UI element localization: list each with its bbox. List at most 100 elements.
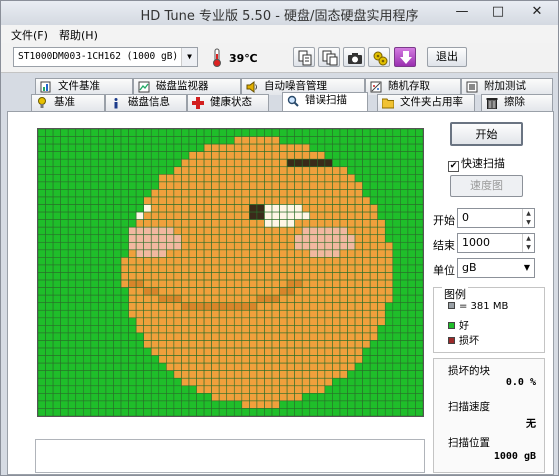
scan-block: [354, 362, 363, 371]
scan-block: [82, 400, 92, 409]
unit-select[interactable]: gB ▼: [457, 258, 535, 278]
tab-file-benchmark[interactable]: 文件基准: [35, 78, 133, 95]
scan-block: [203, 347, 212, 356]
scan-block: [415, 302, 423, 311]
end-field[interactable]: 1000 ▲ ▼: [457, 233, 535, 253]
scan-block: [354, 264, 363, 273]
start-field[interactable]: 0 ▲ ▼: [457, 208, 535, 228]
screenshot-button[interactable]: [343, 47, 365, 67]
scan-block: [113, 166, 122, 175]
scan-block: [415, 219, 423, 228]
scan-block: [339, 279, 348, 288]
spin-arrows-icon[interactable]: ▲ ▼: [522, 209, 534, 227]
scan-block: [294, 196, 303, 205]
scan-block: [226, 143, 235, 152]
scan-block: [98, 370, 107, 379]
scan-block: [45, 362, 54, 371]
scan-block: [67, 181, 77, 190]
scan-block: [264, 325, 273, 334]
tab-folder-usage[interactable]: 文件夹占用率: [377, 94, 475, 111]
scan-block: [188, 385, 197, 394]
scan-block: [415, 279, 423, 288]
scan-block: [400, 294, 409, 304]
tab-random-access[interactable]: 随机存取: [365, 78, 461, 95]
tab-benchmark[interactable]: 基准: [31, 94, 105, 111]
scan-block: [264, 129, 273, 137]
scan-block: [309, 332, 318, 341]
copy-all-button[interactable]: [318, 47, 340, 67]
scan-block: [52, 377, 61, 387]
scan-block: [211, 166, 220, 175]
scan-block: [120, 189, 129, 198]
scan-block: [415, 234, 423, 243]
scan-block: [271, 264, 280, 273]
scan-block: [249, 143, 258, 152]
scan-block: [317, 234, 326, 243]
menu-file[interactable]: 文件(F): [11, 27, 48, 43]
scan-block: [324, 174, 333, 183]
scan-block: [294, 174, 303, 183]
scan-block: [105, 196, 114, 205]
tab-disk-info[interactable]: 磁盘信息: [105, 94, 187, 111]
scan-block: [45, 226, 54, 236]
scan-block: [52, 302, 61, 311]
quick-scan-checkbox[interactable]: ✔: [448, 161, 459, 172]
scan-block: [362, 264, 371, 273]
scan-block: [256, 400, 265, 409]
copy-icon: [298, 50, 312, 66]
scan-block: [67, 287, 77, 296]
scan-block: [90, 264, 99, 273]
menu-help[interactable]: 帮助(H): [59, 27, 98, 43]
scan-block: [105, 264, 114, 273]
scan-block: [75, 325, 84, 334]
scan-block: [377, 158, 386, 168]
tab-disk-monitor[interactable]: 磁盘监视器: [133, 78, 241, 95]
scan-block: [324, 136, 333, 145]
drive-select[interactable]: ST1000DM003-1CH162 (1000 gB) ▼: [13, 47, 198, 67]
speed-map-button[interactable]: 速度图: [450, 175, 523, 197]
spin-arrows-icon[interactable]: ▲ ▼: [522, 234, 534, 252]
scan-block: [166, 143, 175, 152]
scan-block: [264, 347, 273, 356]
scan-block: [158, 204, 167, 213]
scan-block: [249, 279, 258, 288]
save-button[interactable]: [394, 47, 416, 67]
minimize-button[interactable]: —: [445, 1, 479, 23]
scan-block: [82, 332, 92, 341]
scan-block: [415, 294, 423, 304]
scan-block: [407, 287, 416, 296]
tab-erase[interactable]: 擦除: [481, 94, 553, 111]
scan-block: [317, 204, 326, 213]
maximize-button[interactable]: □: [481, 1, 515, 23]
options-button[interactable]: [368, 47, 390, 67]
scan-block: [158, 129, 167, 137]
scan-block: [181, 219, 190, 228]
copy-info-button[interactable]: [293, 47, 315, 67]
close-button[interactable]: ✕: [517, 1, 557, 23]
scan-block: [158, 136, 167, 145]
scan-block: [362, 400, 371, 409]
scan-block: [60, 181, 69, 190]
scan-block: [286, 241, 295, 251]
quick-scan-option[interactable]: ✔ 快速扫描: [448, 155, 505, 172]
scan-block: [301, 129, 311, 137]
tab-health[interactable]: 健康状态: [187, 94, 269, 111]
start-button[interactable]: 开始: [450, 122, 523, 146]
scan-block: [407, 294, 416, 304]
scan-block: [226, 158, 235, 168]
scan-block: [98, 309, 107, 319]
scan-block: [407, 362, 416, 371]
scan-block: [400, 136, 409, 145]
scan-block: [377, 166, 386, 175]
scan-block: [233, 408, 243, 416]
scan-block: [301, 302, 311, 311]
scan-block: [264, 385, 273, 394]
scan-block: [60, 317, 69, 326]
tab-error-scan[interactable]: 错误扫描: [282, 92, 368, 111]
tab-extra-tests[interactable]: 附加测试: [461, 78, 553, 95]
scan-block: [279, 174, 288, 183]
scan-block: [166, 226, 175, 236]
scan-block: [105, 355, 114, 364]
exit-button[interactable]: 退出: [427, 47, 467, 67]
scan-block: [166, 347, 175, 356]
